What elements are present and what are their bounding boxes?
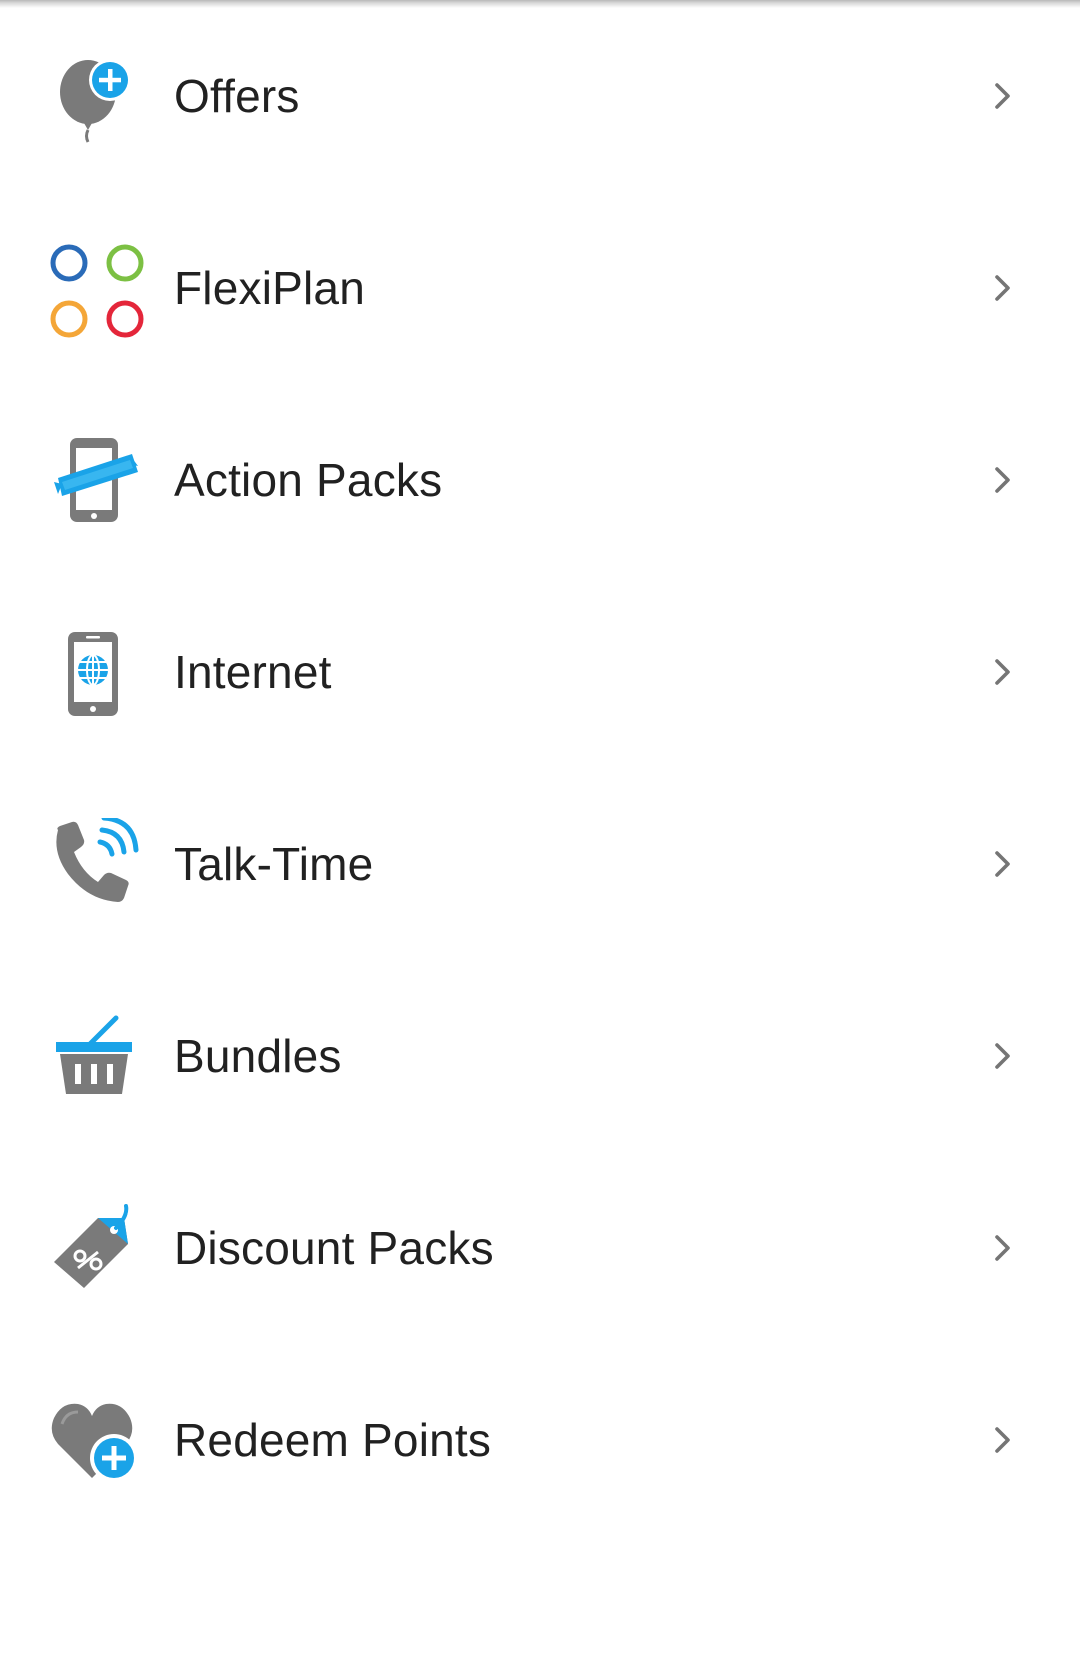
menu-item-redeem-points[interactable]: Redeem Points <box>0 1344 1080 1536</box>
chevron-right-icon <box>986 464 1018 496</box>
menu-item-label: Talk-Time <box>174 838 374 890</box>
chevron-right-icon <box>986 1424 1018 1456</box>
basket-icon <box>48 1010 146 1106</box>
menu-item-action-packs[interactable]: Action Packs <box>0 384 1080 576</box>
phone-ribbon-icon <box>48 434 146 530</box>
menu-item-flexiplan[interactable]: FlexiPlan <box>0 192 1080 384</box>
menu-item-label: FlexiPlan <box>174 262 365 314</box>
chevron-right-icon <box>986 656 1018 688</box>
discount-tag-icon <box>48 1202 146 1298</box>
menu-item-talk-time[interactable]: Talk-Time <box>0 768 1080 960</box>
menu-item-label: Action Packs <box>174 454 443 506</box>
phone-globe-icon <box>48 626 146 722</box>
menu-item-label: Discount Packs <box>174 1222 494 1274</box>
chevron-right-icon <box>986 848 1018 880</box>
phone-signal-icon <box>48 818 146 914</box>
menu-item-label: Redeem Points <box>174 1414 492 1466</box>
chevron-right-icon <box>986 80 1018 112</box>
chevron-right-icon <box>986 272 1018 304</box>
chevron-right-icon <box>986 1040 1018 1072</box>
balloon-plus-icon <box>48 50 146 146</box>
menu-item-bundles[interactable]: Bundles <box>0 960 1080 1152</box>
chevron-right-icon <box>986 1232 1018 1264</box>
heart-plus-icon <box>48 1394 146 1490</box>
menu-item-label: Internet <box>174 646 332 698</box>
menu-item-label: Offers <box>174 70 300 122</box>
menu-item-offers[interactable]: Offers <box>0 0 1080 192</box>
menu-list: Offers FlexiPlan Action Packs Internet T… <box>0 0 1080 1536</box>
menu-item-internet[interactable]: Internet <box>0 576 1080 768</box>
menu-item-discount-packs[interactable]: Discount Packs <box>0 1152 1080 1344</box>
menu-item-label: Bundles <box>174 1030 342 1082</box>
four-circles-icon <box>48 242 146 338</box>
